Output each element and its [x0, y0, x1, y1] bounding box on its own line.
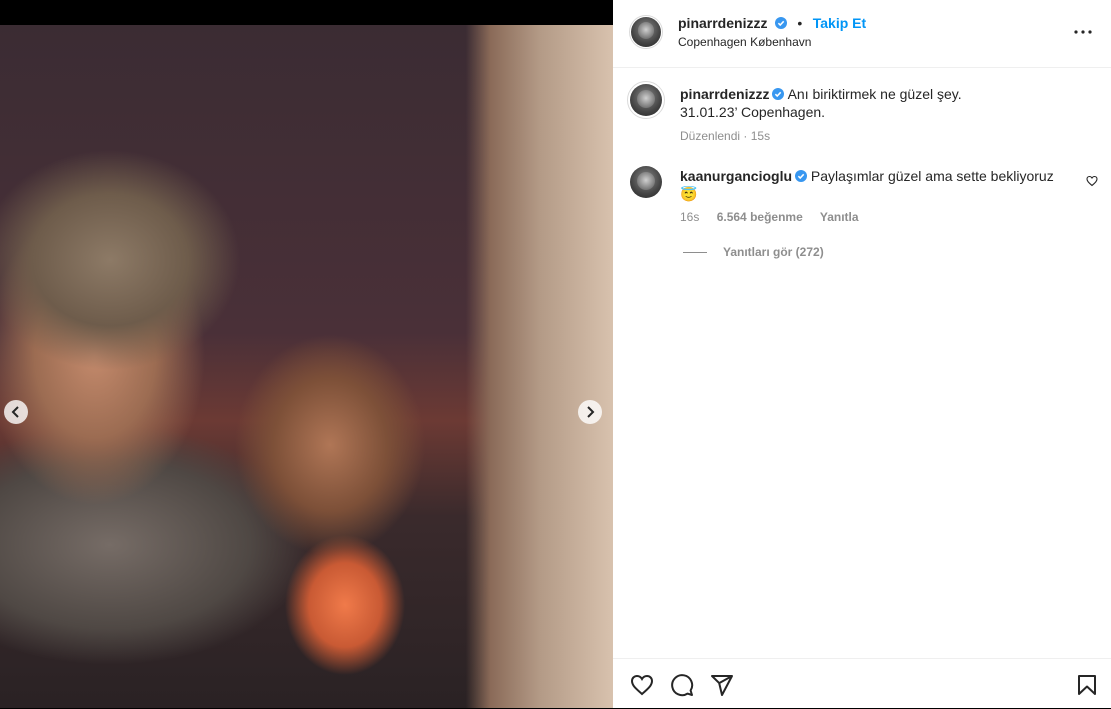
next-photo-button[interactable] — [578, 400, 602, 424]
chevron-left-icon — [11, 406, 19, 418]
follow-button[interactable]: Takip Et — [813, 15, 866, 31]
author-username[interactable]: pinarrdenizzz — [678, 15, 767, 31]
angel-emoji: 😇 — [680, 186, 698, 202]
post-location[interactable]: Copenhagen København — [678, 35, 811, 49]
reply-button[interactable]: Yanıtla — [820, 210, 859, 224]
edited-label: Düzenlendi — [680, 129, 741, 143]
previous-photo-button[interactable] — [4, 400, 28, 424]
replies-divider — [683, 251, 707, 253]
author-avatar[interactable] — [631, 17, 661, 47]
more-options-icon[interactable] — [1073, 22, 1093, 42]
verified-badge-icon — [772, 88, 785, 100]
caption-text: Anı biriktirmek ne güzel şey. — [787, 86, 962, 102]
caption-line-2: 31.01.23’ Copenhagen. — [680, 104, 826, 120]
heart-icon[interactable] — [630, 673, 654, 697]
verified-badge-icon — [795, 170, 808, 182]
photo-top-bar — [0, 0, 613, 25]
commenter-avatar[interactable] — [630, 166, 662, 198]
post-header: pinarrdenizzz • Takip Et Copenhagen Købe… — [613, 0, 1111, 68]
caption-line-1: pinarrdenizzz Anı biriktirmek ne güzel ş… — [680, 85, 1080, 103]
header-separator: • — [797, 15, 803, 31]
caption-avatar[interactable] — [630, 84, 662, 116]
comment-likes[interactable]: 6.564 beğenme — [717, 210, 803, 224]
view-replies-button[interactable]: Yanıtları gör (272) — [683, 245, 824, 259]
post-actions-bar — [613, 658, 1111, 709]
share-icon[interactable] — [710, 673, 734, 697]
caption-meta: Düzenlendi · 15s — [680, 127, 1080, 145]
verified-badge-icon — [774, 17, 787, 29]
comment-text: Paylaşımlar güzel ama sette bekliyoruz — [810, 168, 1054, 184]
chevron-right-icon — [587, 406, 595, 418]
caption-block: pinarrdenizzz Anı biriktirmek ne güzel ş… — [680, 85, 1080, 145]
post-side-panel: pinarrdenizzz • Takip Et Copenhagen Købe… — [613, 0, 1111, 708]
comment-like-heart-icon[interactable] — [1086, 175, 1098, 187]
caption-time[interactable]: · 15s — [743, 129, 770, 143]
post-photo[interactable] — [0, 25, 613, 708]
header-user-row: pinarrdenizzz • Takip Et — [678, 15, 866, 33]
comment-block: kaanurgancioglu Paylaşımlar güzel ama se… — [680, 167, 1080, 203]
comment-time[interactable]: 16s — [680, 210, 699, 224]
commenter-username[interactable]: kaanurgancioglu — [680, 168, 792, 184]
view-replies-label: Yanıtları gör (272) — [723, 245, 824, 259]
comment-meta: 16s 6.564 beğenme Yanıtla — [680, 210, 873, 224]
bookmark-icon[interactable] — [1075, 673, 1099, 697]
comment-icon[interactable] — [670, 673, 694, 697]
caption-username[interactable]: pinarrdenizzz — [680, 86, 769, 102]
